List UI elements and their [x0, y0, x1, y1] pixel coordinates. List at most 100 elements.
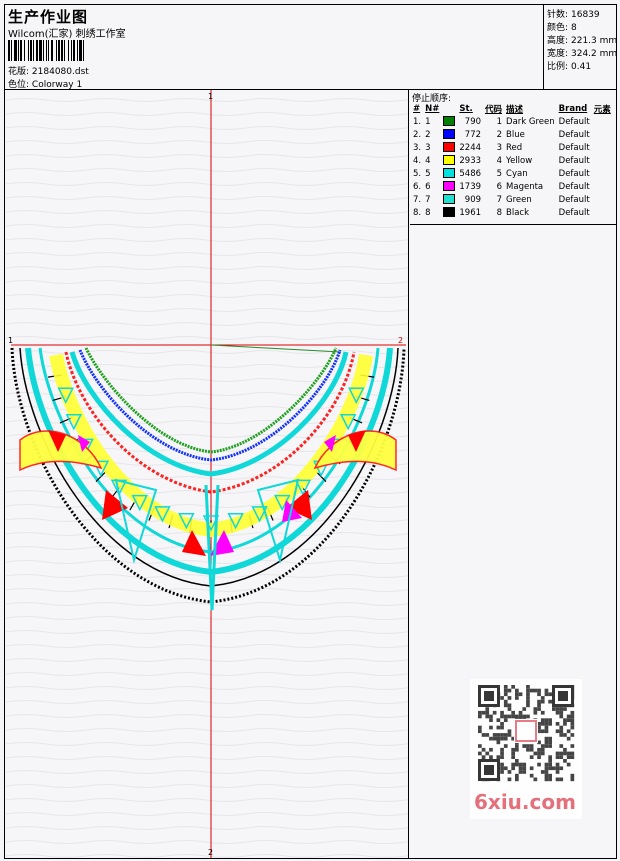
row-index: 1.: [413, 116, 422, 127]
row-needle: 5: [425, 168, 431, 179]
stat-height: 高度: 221.3 mm: [547, 36, 618, 46]
stat-colors: 颜色: 8: [547, 23, 577, 33]
row-index: 8.: [413, 207, 422, 218]
company-name: Wilcom(汇家) 刺绣工作室: [8, 29, 126, 40]
col-swatch: [441, 102, 457, 115]
watermark-text: 6xiu.com: [474, 790, 576, 814]
row-brand: Default: [558, 207, 590, 218]
row-code: 6: [496, 181, 503, 192]
design-stats: 针数: 16839 颜色: 8 高度: 221.3 mm 宽度: 324.2 mm 比例…: [545, 5, 618, 89]
row-code: 7: [496, 194, 503, 205]
row-element: [592, 154, 613, 167]
page-title: 生产作业图: [8, 8, 89, 26]
table-header-row: # N# St. 代码 描述 Brand 元素: [411, 102, 613, 115]
color-swatch: [441, 154, 457, 167]
row-stitches: 2933: [459, 155, 482, 166]
row-stitches: 1961: [459, 207, 482, 218]
col-code: 代码: [485, 104, 503, 115]
stat-stitches: 针数: 16839: [547, 10, 600, 20]
col-element: 元素: [593, 104, 611, 115]
row-needle: 6: [425, 181, 431, 192]
color-swatch: [441, 193, 457, 206]
row-code: 3: [496, 142, 503, 153]
row-description: Green: [506, 194, 532, 205]
axis-label-right: 2: [398, 336, 404, 345]
row-needle: 8: [425, 207, 431, 218]
stat-scale: 比例: 0.41: [547, 62, 592, 72]
color-swatch: [441, 115, 457, 128]
barcode-icon: [8, 40, 84, 61]
row-description: Dark Green: [506, 116, 555, 127]
table-row: 2. 2 772 2 Blue Default: [411, 128, 613, 141]
row-description: Yellow: [506, 155, 533, 166]
row-needle: 3: [425, 142, 431, 153]
embroidery-design-canvas: 1 2 1 2: [6, 90, 409, 858]
table-row: 7. 7 909 7 Green Default: [411, 193, 613, 206]
row-stitches: 772: [464, 129, 482, 140]
row-needle: 2: [425, 129, 431, 140]
row-element: [592, 115, 613, 128]
row-code: 1: [496, 116, 503, 127]
stop-sequence-panel: 停止顺序: # N# St. 代码 描述 Brand 元素 1. 1 790 1 Dar…: [410, 90, 616, 225]
row-stitches: 5486: [459, 168, 482, 179]
col-index: #: [413, 103, 421, 114]
row-index: 6.: [413, 181, 422, 192]
row-stitches: 2244: [459, 142, 482, 153]
row-brand: Default: [558, 194, 590, 205]
col-stitches: St.: [459, 103, 473, 114]
stat-width: 宽度: 324.2 mm: [547, 49, 618, 59]
table-row: 3. 3 2244 3 Red Default: [411, 141, 613, 154]
table-row: 4. 4 2933 4 Yellow Default: [411, 154, 613, 167]
row-needle: 1: [425, 116, 431, 127]
table-row: 5. 5 5486 5 Cyan Default: [411, 167, 613, 180]
row-code: 5: [496, 168, 503, 179]
row-element: [592, 141, 613, 154]
embroidery-design-drawing: [6, 90, 408, 858]
row-element: [592, 193, 613, 206]
row-index: 5.: [413, 168, 422, 179]
row-brand: Default: [558, 129, 590, 140]
row-brand: Default: [558, 142, 590, 153]
row-description: Magenta: [506, 181, 544, 192]
color-swatch: [441, 206, 457, 219]
table-row: 6. 6 1739 6 Magenta Default: [411, 180, 613, 193]
colorway-line: 色位: Colorway 1: [8, 77, 82, 90]
file-label: 花版:: [8, 67, 30, 77]
axis-label-top: 1: [208, 92, 214, 101]
stop-sequence-table: # N# St. 代码 描述 Brand 元素 1. 1 790 1 Dark Gree…: [411, 102, 613, 219]
row-brand: Default: [558, 155, 590, 166]
row-brand: Default: [558, 168, 590, 179]
row-stitches: 1739: [459, 181, 482, 192]
header-info: 生产作业图 Wilcom(汇家) 刺绣工作室 花版: 2184080.dst 色…: [5, 5, 544, 90]
row-index: 3.: [413, 142, 422, 153]
color-swatch: [441, 180, 457, 193]
row-description: Cyan: [506, 168, 528, 179]
row-element: [592, 167, 613, 180]
row-element: [592, 180, 613, 193]
col-needle: N#: [425, 103, 440, 114]
row-needle: 7: [425, 194, 431, 205]
row-description: Blue: [506, 129, 525, 140]
row-brand: Default: [558, 181, 590, 192]
file-line: 花版: 2184080.dst: [8, 64, 89, 77]
color-swatch: [441, 167, 457, 180]
file-value: 2184080.dst: [31, 67, 89, 77]
color-swatch: [441, 128, 457, 141]
row-stitches: 909: [464, 194, 482, 205]
color-swatch: [441, 141, 457, 154]
col-brand: Brand: [558, 103, 588, 114]
colorway-value: Colorway 1: [31, 80, 83, 90]
row-index: 4.: [413, 155, 422, 166]
table-row: 8. 8 1961 8 Black Default: [411, 206, 613, 219]
colorway-label: 色位:: [8, 80, 30, 90]
axis-label-left: 1: [8, 336, 14, 345]
row-index: 7.: [413, 194, 422, 205]
row-description: Red: [506, 142, 523, 153]
row-code: 4: [496, 155, 503, 166]
table-row: 1. 1 790 1 Dark Green Default: [411, 115, 613, 128]
row-needle: 4: [425, 155, 431, 166]
axis-label-bottom: 2: [208, 848, 214, 857]
row-stitches: 790: [464, 116, 482, 127]
row-element: [592, 206, 613, 219]
row-description: Black: [506, 207, 530, 218]
